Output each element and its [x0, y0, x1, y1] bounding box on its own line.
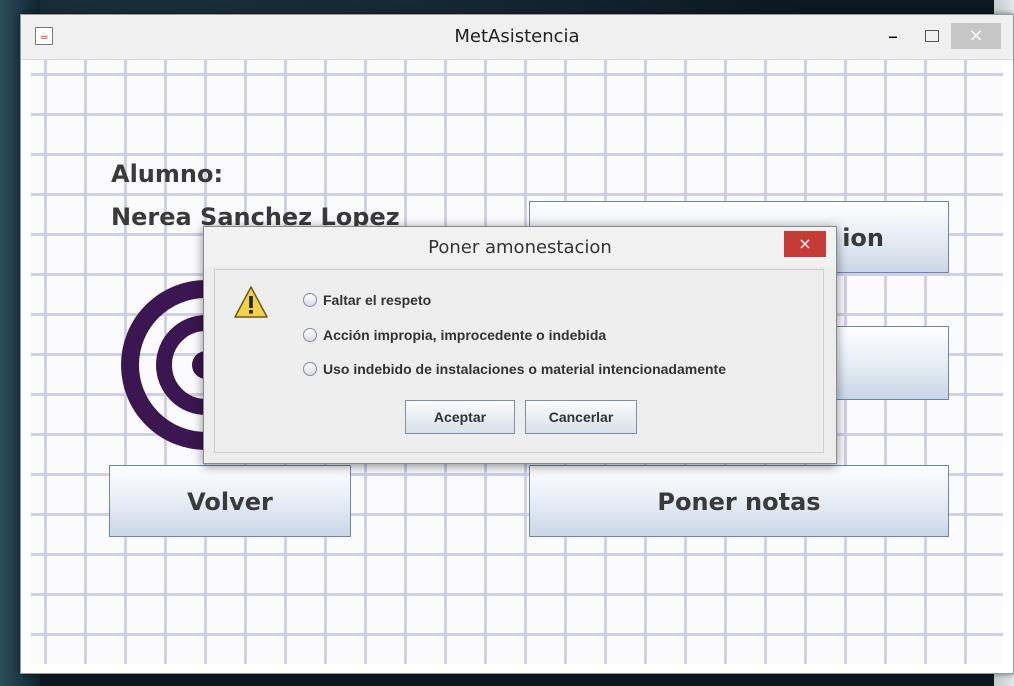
- aceptar-button[interactable]: Aceptar: [405, 400, 515, 434]
- volver-button[interactable]: Volver: [109, 465, 351, 537]
- top-action-button-label: ion: [842, 224, 884, 252]
- maximize-icon: [925, 30, 939, 42]
- radio-option-label: Acción impropia, improcedente o indebida: [323, 327, 607, 343]
- radio-button[interactable]: [303, 328, 317, 342]
- maximize-button[interactable]: [921, 27, 943, 45]
- radio-option-label: Faltar el respeto: [323, 292, 432, 308]
- dialog-body: Faltar el respeto Acción impropia, impro…: [214, 269, 824, 453]
- minimize-button[interactable]: –: [881, 25, 905, 49]
- alumno-label: Alumno:: [111, 160, 224, 188]
- cancelar-button[interactable]: Cancerlar: [525, 400, 637, 434]
- radio-option-2[interactable]: Acción impropia, improcedente o indebida: [303, 325, 606, 345]
- warning-icon: [234, 286, 268, 318]
- radio-option-label: Uso indebido de instalaciones o material…: [323, 361, 726, 377]
- radio-button[interactable]: [303, 293, 317, 307]
- radio-button[interactable]: [303, 362, 317, 376]
- radio-option-3[interactable]: Uso indebido de instalaciones o material…: [303, 359, 726, 379]
- radio-option-1[interactable]: Faltar el respeto: [303, 290, 431, 310]
- dialog-title: Poner amonestacion: [428, 237, 612, 258]
- amonestacion-dialog: Poner amonestacion × Faltar el respeto A…: [203, 226, 837, 464]
- window-titlebar[interactable]: ☕ MetAsistencia – ×: [21, 15, 1013, 60]
- poner-notas-button[interactable]: Poner notas: [529, 465, 949, 537]
- window-title: MetAsistencia: [454, 26, 580, 47]
- window-close-button[interactable]: ×: [951, 23, 1001, 49]
- dialog-titlebar[interactable]: Poner amonestacion ×: [204, 227, 836, 267]
- dialog-close-button[interactable]: ×: [784, 231, 826, 257]
